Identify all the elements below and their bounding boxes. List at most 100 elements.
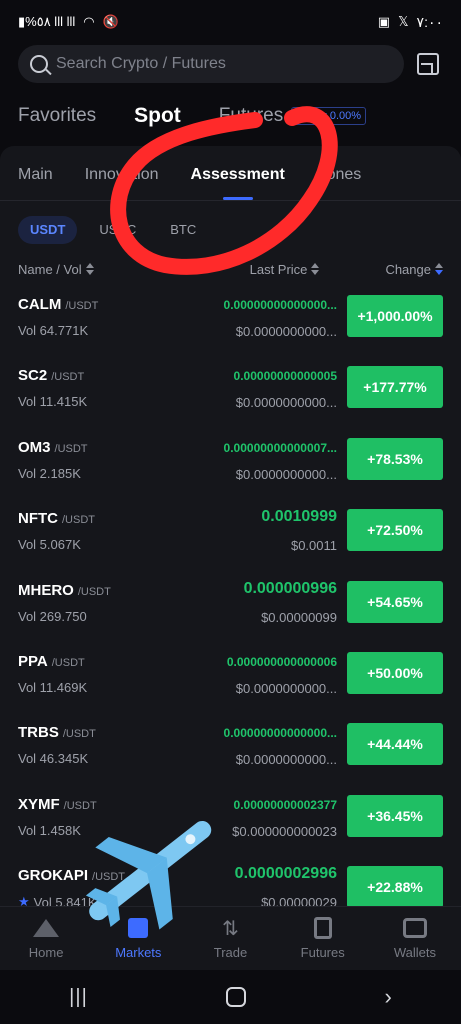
- market-row[interactable]: SC2/USDT Vol 11.415K 0.00000000000005 $0…: [18, 361, 443, 432]
- change-badge: +22.88%: [347, 866, 443, 909]
- base-symbol: PPA: [18, 652, 48, 670]
- recents-icon[interactable]: |||: [69, 986, 88, 1009]
- maker-fee-badge: Maker 0.00%: [291, 107, 367, 125]
- tab-futures[interactable]: Futures: [219, 105, 283, 127]
- volume: Vol 11.415K: [18, 394, 88, 410]
- last-price: 0.000000000000006: [226, 654, 337, 669]
- tab-zones[interactable]: Zones: [317, 158, 361, 192]
- search-input[interactable]: Search Crypto / Futures: [18, 45, 404, 83]
- battery-signal-indicators: ▮%٥٨ lll lll: [18, 14, 76, 29]
- base-symbol: GROKAPI: [18, 867, 89, 885]
- tab-favorites[interactable]: Favorites: [18, 105, 96, 127]
- chip-usdt[interactable]: USDT: [18, 216, 78, 244]
- nav-trade[interactable]: ⇅ Trade: [184, 907, 276, 970]
- last-price: 0.00000000000005: [233, 369, 337, 384]
- sort-change[interactable]: Change: [385, 262, 443, 277]
- pair-symbol: GROKAPI/USDT: [18, 867, 125, 884]
- last-price: 0.0010999: [261, 508, 337, 526]
- market-row[interactable]: CALM/USDT Vol 64.771K 0.00000000000000..…: [18, 290, 443, 361]
- fiat-price: $0.0000000000...: [235, 466, 337, 482]
- quote-symbol: /USDT: [54, 442, 88, 455]
- back-icon[interactable]: ›: [384, 984, 391, 1010]
- quote-symbol: /USDT: [63, 799, 97, 812]
- chip-usdc[interactable]: USDC: [87, 216, 148, 244]
- base-symbol: SC2: [18, 367, 48, 385]
- chip-btc[interactable]: BTC: [158, 216, 208, 244]
- fiat-price: $0.00000099: [261, 609, 337, 625]
- pair-symbol: OM3/USDT: [18, 439, 88, 456]
- pair-symbol: PPA/USDT: [18, 653, 85, 670]
- sort-icon: [311, 263, 320, 275]
- market-row[interactable]: OM3/USDT Vol 2.185K 0.00000000000007... …: [18, 433, 443, 504]
- sort-name-vol[interactable]: Name / Vol: [18, 262, 94, 277]
- header-last-price: Last Price: [249, 261, 308, 277]
- change-badge: +72.50%: [347, 509, 443, 552]
- fiat-price: $0.0000000000...: [235, 680, 337, 696]
- header-name-vol: Name / Vol: [18, 261, 82, 277]
- x-app-icon: 𝕏: [398, 14, 409, 29]
- pair-symbol: MHERO/USDT: [18, 582, 111, 599]
- base-symbol: CALM: [18, 296, 62, 313]
- nav-markets-label: Markets: [115, 945, 162, 960]
- futures-icon: [310, 917, 336, 939]
- nav-home-label: Home: [28, 945, 64, 960]
- sort-icon: [85, 263, 94, 275]
- market-row[interactable]: NFTC/USDT Vol 5.067K 0.0010999 $0.0011 +…: [18, 504, 443, 575]
- bottom-nav: Home Markets ⇅ Trade Futures Wallets: [0, 906, 461, 970]
- volume: Vol 11.469K: [18, 679, 88, 695]
- tab-spot[interactable]: Spot: [134, 104, 181, 128]
- quote-symbol: /USDT: [51, 371, 85, 384]
- system-nav-bar: ||| ›: [0, 970, 461, 1024]
- quote-currency-chips: USDT USDC BTC: [18, 216, 208, 244]
- last-price: 0.000000996: [243, 579, 337, 597]
- market-row[interactable]: PPA/USDT Vol 11.469K 0.000000000000006 $…: [18, 647, 443, 718]
- tabs-divider: [0, 200, 461, 201]
- last-price: 0.0000002996: [234, 865, 337, 883]
- nav-futures[interactable]: Futures: [277, 907, 369, 970]
- header-change: Change: [385, 261, 431, 277]
- base-symbol: OM3: [18, 438, 51, 456]
- volume: Vol 1.458K: [18, 822, 81, 838]
- tab-main[interactable]: Main: [18, 158, 53, 192]
- base-symbol: XYMF: [18, 795, 60, 813]
- change-badge: +1,000.00%: [347, 295, 443, 337]
- layout-toggle-icon[interactable]: [417, 53, 439, 75]
- base-symbol: MHERO: [18, 581, 74, 599]
- trade-icon: ⇅: [222, 917, 239, 940]
- market-row[interactable]: MHERO/USDT Vol 269.750 0.000000996 $0.00…: [18, 576, 443, 647]
- base-symbol: NFTC: [18, 510, 58, 528]
- mute-icon: 🔇: [102, 14, 119, 29]
- zone-tabs: Main Innovation Assessment Zones: [18, 158, 443, 192]
- search-placeholder: Search Crypto / Futures: [56, 55, 226, 72]
- nav-trade-label: Trade: [213, 945, 248, 960]
- tab-assessment[interactable]: Assessment: [191, 158, 285, 192]
- fiat-price: $0.000000000023: [232, 823, 337, 839]
- last-price: 0.00000000000007...: [223, 440, 337, 455]
- nav-futures-label: Futures: [300, 945, 345, 960]
- pair-symbol: NFTC/USDT: [18, 510, 95, 527]
- nav-home[interactable]: Home: [0, 907, 92, 970]
- sort-last-price[interactable]: Last Price: [250, 262, 320, 277]
- volume: Vol 46.345K: [18, 751, 89, 767]
- fiat-price: $0.0000000000...: [235, 324, 337, 339]
- nav-markets[interactable]: Markets: [92, 907, 184, 970]
- pair-symbol: TRBS/USDT: [18, 724, 96, 741]
- nav-wallets[interactable]: Wallets: [369, 907, 461, 970]
- market-row[interactable]: XYMF/USDT Vol 1.458K 0.00000000002377 $0…: [18, 790, 443, 861]
- search-row: Search Crypto / Futures: [18, 44, 443, 84]
- change-badge: +78.53%: [347, 437, 443, 480]
- volume: Vol 64.771K: [18, 323, 89, 338]
- status-right: ▣ 𝕏 ٧:٠٠: [378, 14, 443, 31]
- volume: Vol 269.750: [18, 608, 87, 624]
- quote-symbol: /USDT: [77, 585, 111, 598]
- quote-symbol: /USDT: [65, 300, 99, 312]
- market-row[interactable]: TRBS/USDT Vol 46.345K 0.00000000000000..…: [18, 718, 443, 789]
- status-left: ▮%٥٨ lll lll ◠ 🔇: [18, 14, 119, 30]
- pair-symbol: XYMF/USDT: [18, 796, 97, 813]
- pair-symbol: CALM/USDT: [18, 296, 98, 313]
- change-badge: +36.45%: [347, 794, 443, 837]
- change-badge: +54.65%: [347, 580, 443, 623]
- tab-innovation[interactable]: Innovation: [85, 158, 159, 192]
- system-home-icon[interactable]: [226, 987, 247, 1007]
- pair-symbol: SC2/USDT: [18, 367, 84, 384]
